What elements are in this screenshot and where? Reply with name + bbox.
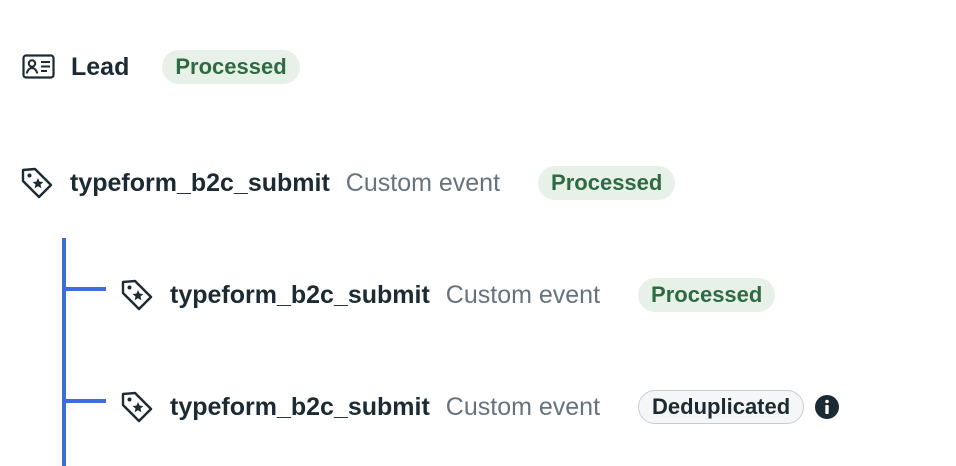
child-event-row: typeform_b2c_submit Custom event Dedupli…	[120, 385, 840, 429]
tree-connector-vertical	[62, 238, 66, 466]
child-event-name: typeform_b2c_submit	[170, 280, 430, 309]
parent-event-name: typeform_b2c_submit	[70, 168, 330, 197]
child-event-status-badge: Processed	[638, 278, 776, 312]
tag-icon	[120, 278, 154, 312]
child-event-status-badge: Deduplicated	[638, 390, 805, 424]
tag-icon	[120, 390, 154, 424]
tag-icon	[20, 166, 54, 200]
lead-row: Lead Processed	[22, 45, 300, 89]
lead-status-badge: Processed	[162, 50, 300, 84]
contact-card-icon	[22, 50, 56, 84]
lead-label: Lead	[71, 52, 130, 81]
tree-connector-branch	[62, 287, 106, 291]
parent-event-status-badge: Processed	[538, 166, 676, 200]
child-event-row: typeform_b2c_submit Custom event Process…	[120, 273, 776, 317]
tree-connector-branch	[62, 399, 106, 403]
child-event-type: Custom event	[445, 280, 601, 309]
info-icon[interactable]	[814, 394, 840, 420]
parent-event-row: typeform_b2c_submit Custom event Process…	[20, 161, 676, 205]
parent-event-type: Custom event	[345, 168, 501, 197]
child-event-type: Custom event	[445, 392, 601, 421]
child-event-name: typeform_b2c_submit	[170, 392, 430, 421]
